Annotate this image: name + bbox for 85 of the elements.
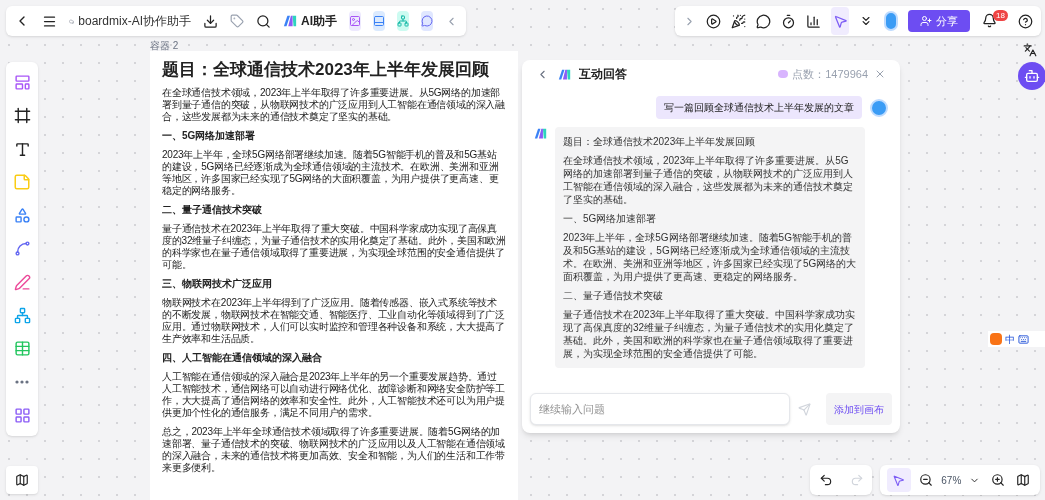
close-icon	[874, 68, 886, 80]
document-paragraph: 总之，2023年上半年全球通信技术领域取得了许多重要进展。随着5G网络的加速部署、量子通信技术的突破、物联网技术的广泛应用以及人工智能在通信领域的深入融合，未来的通信技术将更加高效、安全和智能，为人们的生活和工作带来更多便利。	[162, 426, 506, 474]
document-paragraph: 在全球通信技术领域，2023年上半年取得了许多重要进展。从5G网络的加速部署到量子通信的突破，从物联网技术的广泛应用到人工智能在通信领域的深入融合，这些发展都为未来的通信技术奠定了坚实的基础。	[162, 87, 506, 123]
undo-icon	[818, 473, 833, 487]
user-avatar	[870, 98, 888, 117]
pen-icon	[13, 273, 31, 291]
network-icon	[13, 307, 31, 324]
ai-logo-icon	[534, 127, 547, 140]
question-input[interactable]: 继续输入问题	[530, 393, 790, 425]
zoom-level[interactable]: 67%	[941, 472, 962, 488]
answer-text: 在全球通信技术领域，2023年上半年取得了许多重要进展。从5G网络的加速部署到量子通信的突破，从物联网技术的广泛应用到人工智能在通信领域的深入融合，这些发展都为未来的通信技术奠定了坚实的基础。	[563, 154, 854, 206]
answer-text: 2023年上半年，全球5G网络部署继续加速。随着5G智能手机的普及和5G基站的建设，5G网络已经逐渐成为全球通信领域的主流技术。在欧洲、美洲和亚洲等地区，许多国家已经实现了5G网络的大面积覆盖，为用户提供了更高速、更稳定的网络服务。	[563, 231, 857, 283]
menu-icon	[42, 13, 57, 29]
ai-logo-icon	[558, 67, 571, 81]
text-icon	[13, 140, 31, 158]
notification-badge: 18	[993, 10, 1008, 21]
answer-text: 量子通信技术在2023年上半年取得了重大突破。中国科学家成功实现了高保真度的32维量子纠缠态，为量子通信技术的实用化奠定了基础。此外，美国和欧洲的科学家也在量子通信领域取得了重要进展，为实现全球范围的安全通信提供了可能。	[563, 308, 857, 360]
ellipsis-icon	[15, 380, 29, 384]
chat-bubble-icon	[421, 15, 433, 27]
table-icon	[13, 340, 31, 358]
share-button[interactable]: 分享	[908, 10, 970, 32]
pointer-icon	[832, 13, 848, 29]
bell-icon	[982, 13, 997, 28]
timer-icon	[781, 13, 797, 29]
document-heading: 一、5G网络加速部署	[162, 130, 257, 142]
panel-icon	[373, 15, 385, 27]
ai-assistant-button[interactable]: AI助手	[283, 12, 337, 30]
notification-button[interactable]: 18	[980, 9, 1008, 33]
document-paragraph: 人工智能在通信领域的深入融合是2023年上半年的另一个重要发展趋势。通过人工智能技术，通信网络可以自动进行网络优化、故障诊断和网络安全防护等工作，大大提高了通信网络的效率和安全性。此外，人工智能技术还可以为用户提供更加个性化的通信服务，满足不同用户的需求。	[162, 371, 506, 419]
grid-icon	[13, 406, 31, 424]
play-icon	[706, 13, 722, 29]
document-heading: 四、人工智能在通信领域的深入融合	[162, 352, 323, 364]
document-heading: 二、量子通信技术突破	[162, 204, 263, 216]
document-heading: 三、物联网技术广泛应用	[162, 278, 273, 290]
download-icon	[203, 13, 218, 29]
translate-icon	[1023, 43, 1037, 57]
bar-chart-icon	[806, 13, 822, 29]
zoom-in-icon	[991, 473, 1005, 487]
input-method-logo-icon	[990, 333, 1002, 345]
answer-text: 题目：全球通信技术2023年上半年发展回顾	[563, 135, 757, 148]
input-mode[interactable]: 中	[1005, 331, 1015, 347]
image-icon	[349, 15, 361, 27]
tag-icon	[230, 14, 244, 28]
mindmap-tool-button[interactable]	[397, 11, 409, 31]
user-message: 写一篇回顾全球通信技术上半年发展的文章	[656, 96, 862, 119]
document-title: 题目：全球通信技术2023年上半年发展回顾	[162, 59, 490, 81]
comment-icon	[756, 13, 772, 29]
robot-icon	[1024, 68, 1040, 84]
pointer-icon	[892, 473, 906, 487]
map-icon	[15, 473, 29, 487]
document-paragraph: 物联网技术在2023年上半年得到了广泛应用。随着传感器、嵌入式系统等技术的不断发展，物联网技术在智能交通、智能医疗、工业自动化等领域得到了广泛应用。通过物联网技术，人们可以实时监控和管理各种设备和系统，大大提高了生产效率和生活品质。	[162, 297, 506, 345]
document-paragraph: 量子通信技术在2023年上半年取得了重大突破。中国科学家成功实现了高保真度的32维量子纠缠态，为量子通信技术的实用化奠定了基础。此外，美国和欧洲的科学家也在量子通信领域取得了重要进展，为实现全球范围的安全通信提供了可能。	[162, 223, 506, 271]
template-icon	[13, 74, 31, 92]
redo-icon	[849, 473, 864, 487]
ai-logo-icon	[283, 14, 297, 28]
points-icon	[778, 70, 789, 78]
help-icon	[1017, 13, 1033, 29]
document-paragraph: 2023年上半年，全球5G网络部署继续加速。随着5G智能手机的普及和5G基站的建设，5G网络已经逐渐成为全球通信领域的主流技术。在欧洲、美洲和亚洲等地区，许多国家已经实现了5G网络的大面积覆盖，为用户提供了更高速、更稳定的网络服务。	[162, 149, 500, 197]
user-avatar[interactable]	[883, 11, 898, 31]
container-label: 容器 2	[150, 39, 179, 53]
answer-text: 一、5G网络加速部署	[563, 212, 658, 225]
add-user-icon	[920, 15, 932, 27]
shapes-icon	[13, 207, 31, 225]
points-count: 点数：1479964	[792, 66, 868, 82]
network-icon	[397, 15, 409, 27]
chat-tool-button[interactable]	[421, 11, 433, 31]
frame-icon	[13, 107, 31, 125]
send-icon	[797, 402, 811, 416]
map-icon	[1016, 473, 1031, 487]
file-name[interactable]: boardmix-AI协作助手	[78, 12, 191, 30]
keyboard-icon[interactable]	[1018, 333, 1029, 345]
image-tool-button[interactable]	[349, 11, 361, 31]
party-popper-icon	[731, 13, 747, 29]
curve-icon	[13, 240, 31, 258]
select-tool-button[interactable]	[886, 468, 911, 492]
search-icon	[256, 13, 271, 29]
answer-text: 二、量子通信技术突破	[563, 289, 664, 302]
sticky-note-icon	[13, 173, 31, 192]
assistant-button[interactable]	[1018, 62, 1045, 90]
presentation-tool-button[interactable]	[373, 11, 385, 31]
zoom-out-icon	[919, 473, 933, 487]
laser-pointer-button[interactable]	[831, 7, 849, 35]
add-to-canvas-button[interactable]: 添加到画布	[826, 393, 892, 425]
bottom-left-button[interactable]	[6, 466, 38, 494]
panel-title: 互动回答	[579, 66, 627, 83]
